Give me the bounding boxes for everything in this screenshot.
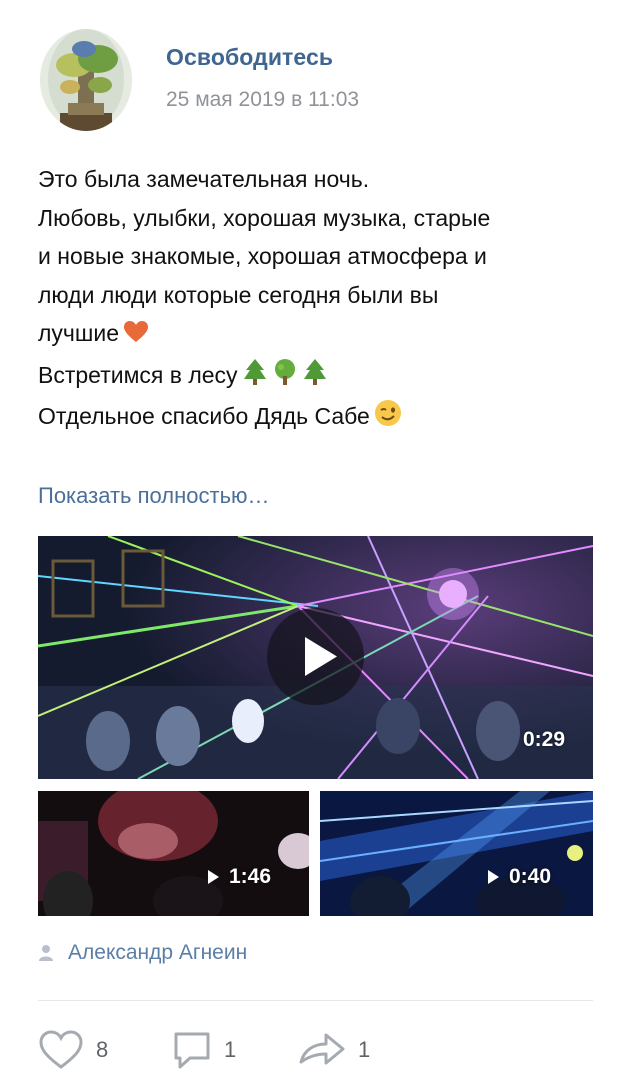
heart-icon bbox=[39, 1030, 83, 1069]
text-line: лучшие bbox=[38, 320, 119, 346]
divider bbox=[38, 1000, 593, 1001]
tree-emoji bbox=[302, 358, 328, 398]
duration-text: 1:46 bbox=[229, 865, 272, 888]
show-more-link[interactable]: Показать полностью… bbox=[38, 483, 270, 509]
play-icon bbox=[208, 870, 219, 884]
post-signer[interactable]: Александр Агнеин bbox=[38, 941, 247, 965]
video-duration: 0:29 bbox=[522, 728, 565, 751]
post-date[interactable]: 25 мая 2019 в 11:03 bbox=[166, 88, 359, 112]
winking-face-emoji bbox=[374, 399, 402, 439]
text-line-with-emoji: лучшие bbox=[38, 314, 598, 356]
text-line: Отдельное спасибо Дядь Сабе bbox=[38, 403, 370, 429]
video-thumbnail[interactable]: 1:46 bbox=[38, 791, 309, 916]
post-text: Это была замечательная ночь. Любовь, улы… bbox=[38, 160, 598, 439]
text-line-with-emoji: Встретимся в лесу bbox=[38, 356, 598, 398]
tree-emoji bbox=[242, 358, 268, 398]
text-line: Встретимся в лесу bbox=[38, 361, 238, 388]
comment-icon bbox=[174, 1032, 210, 1069]
text-line: люди люди которые сегодня были вы bbox=[38, 281, 439, 308]
avatar-image bbox=[40, 29, 132, 131]
duration-text: 0:40 bbox=[509, 865, 552, 888]
avatar[interactable] bbox=[40, 29, 132, 131]
text-line: и новые знакомые, хорошая атмосфера и bbox=[38, 243, 487, 269]
video-duration: 1:46 bbox=[208, 865, 271, 889]
play-icon bbox=[488, 870, 499, 884]
video-duration: 0:40 bbox=[488, 865, 551, 889]
play-button[interactable] bbox=[267, 608, 364, 705]
signer-name: Александр Агнеин bbox=[68, 941, 248, 964]
text-line: Любовь, улыбки, хорошая музыка, старые bbox=[38, 204, 491, 231]
comment-button[interactable]: 1 bbox=[172, 1030, 236, 1070]
like-button[interactable]: 8 bbox=[38, 1030, 108, 1070]
video-thumbnail[interactable]: 0:40 bbox=[320, 791, 593, 916]
play-icon bbox=[305, 637, 337, 676]
comment-count: 1 bbox=[224, 1037, 237, 1062]
video-thumbnail[interactable]: 0:29 bbox=[38, 536, 593, 779]
share-icon bbox=[299, 1033, 345, 1065]
text-line: Это была замечательная ночь. bbox=[38, 166, 370, 192]
video-frame-blue-lasers bbox=[320, 791, 593, 916]
share-count: 1 bbox=[358, 1037, 371, 1062]
text-line-with-emoji: Отдельное спасибо Дядь Сабе bbox=[38, 397, 598, 439]
person-icon bbox=[39, 945, 53, 961]
share-button[interactable]: 1 bbox=[298, 1030, 370, 1070]
heart-emoji bbox=[123, 317, 149, 356]
video-frame-dj-stage bbox=[38, 791, 309, 916]
deciduous-tree-emoji bbox=[272, 358, 298, 398]
like-count: 8 bbox=[96, 1037, 109, 1062]
post-author[interactable]: Освободитесь bbox=[166, 44, 333, 71]
